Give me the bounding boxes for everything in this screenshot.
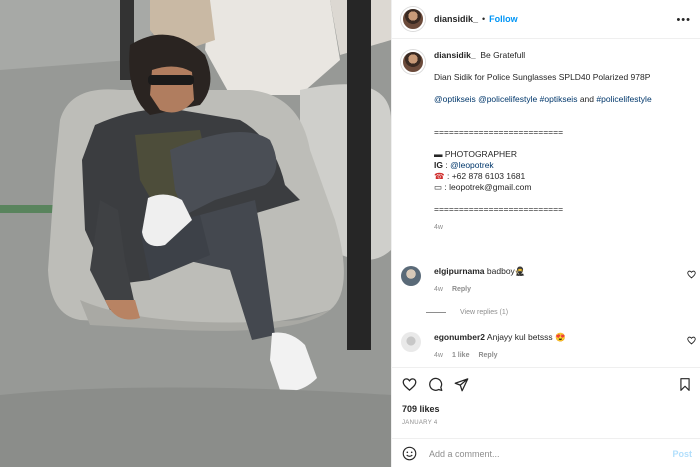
caption-timestamp[interactable]: 4w [434,224,692,231]
author-avatar[interactable] [401,7,425,31]
comment-emoji: 🥷 [514,266,526,276]
post-comment-button[interactable]: Post [672,449,692,459]
phone-icon: ☎ [434,171,445,181]
comment-timestamp[interactable]: 4w [434,286,443,293]
post-photo[interactable] [0,0,391,467]
author-username[interactable]: diansidik_ [434,14,478,24]
post-date[interactable]: JANUARY 4 [402,420,438,426]
bookmark-icon[interactable] [678,377,692,392]
caption-product-line: Dian Sidik for Police Sunglasses SPLD40 … [434,72,651,82]
comment-avatar[interactable] [401,266,421,286]
post-header: diansidik_ • Follow ••• [392,0,700,39]
view-replies-label: View replies (1) [460,309,509,316]
post-side-panel: diansidik_ • Follow ••• diansidik_ Be Gr… [391,0,700,467]
comment-item: egonumber2 Anjayy kul betsss 😍 4w 1 like R… [401,332,696,359]
ig-separator: : [442,160,451,170]
reply-button[interactable]: Reply [478,352,497,359]
pointer-icon: ▬ [434,149,443,159]
tag-conjunction: and [579,94,595,104]
comment-emoji: 😍 [554,332,566,342]
small-heart-icon[interactable] [687,270,696,279]
caption-divider-bottom: ========================== [434,204,564,214]
comment-likes[interactable]: 1 like [452,352,470,359]
header-separator: • [482,14,486,24]
more-icon[interactable]: ••• [676,14,691,26]
reply-button[interactable]: Reply [452,286,471,293]
comment-text: badboy [486,266,515,276]
caption-avatar[interactable] [401,50,425,74]
add-comment-bar: Post [392,438,700,467]
emoji-icon[interactable] [402,446,417,461]
small-heart-icon[interactable] [687,336,696,345]
follow-button[interactable]: Follow [489,14,518,24]
likes-count[interactable]: 709 likes [402,404,440,414]
hashtag-policelifestyle[interactable]: #policelifestyle [596,94,651,104]
photo-illustration [0,0,391,467]
mail-icon: ▭ [434,182,443,192]
comment-username[interactable]: egonumber2 [434,332,485,342]
heart-icon[interactable] [402,377,417,392]
add-comment-input[interactable] [429,448,649,459]
view-replies-button[interactable]: View replies (1) [426,309,508,316]
share-icon[interactable] [454,377,469,392]
post-caption: diansidik_ Be Gratefull Dian Sidik for P… [392,40,700,260]
comment-timestamp[interactable]: 4w [434,352,443,359]
ig-label: IG [434,160,443,170]
comment-item: elgipurnama badboy🥷 4w Reply [401,266,696,293]
photographer-phone: : +62 878 6103 1681 [446,171,526,181]
tag-policelifestyle[interactable]: @policelifestyle [478,94,537,104]
caption-divider-top: ========================== [434,127,564,137]
post-actions: 709 likes JANUARY 4 Post [392,367,700,467]
view-replies-line [426,312,446,313]
comment-avatar[interactable] [401,332,421,352]
caption-headline: Be Gratefull [480,50,526,60]
photographer-email: : leopotrek@gmail.com [444,182,532,192]
photographer-label: PHOTOGRAPHER [444,149,517,159]
comment-icon[interactable] [428,377,443,392]
comment-username[interactable]: elgipurnama [434,266,485,276]
caption-username[interactable]: diansidik_ [434,50,476,60]
comment-text: Anjayy kul betsss [486,332,553,342]
ig-handle-link[interactable]: @leopotrek [450,160,494,170]
tag-optikseis[interactable]: @optikseis [434,94,476,104]
hashtag-optikseis[interactable]: #optikseis [540,94,578,104]
